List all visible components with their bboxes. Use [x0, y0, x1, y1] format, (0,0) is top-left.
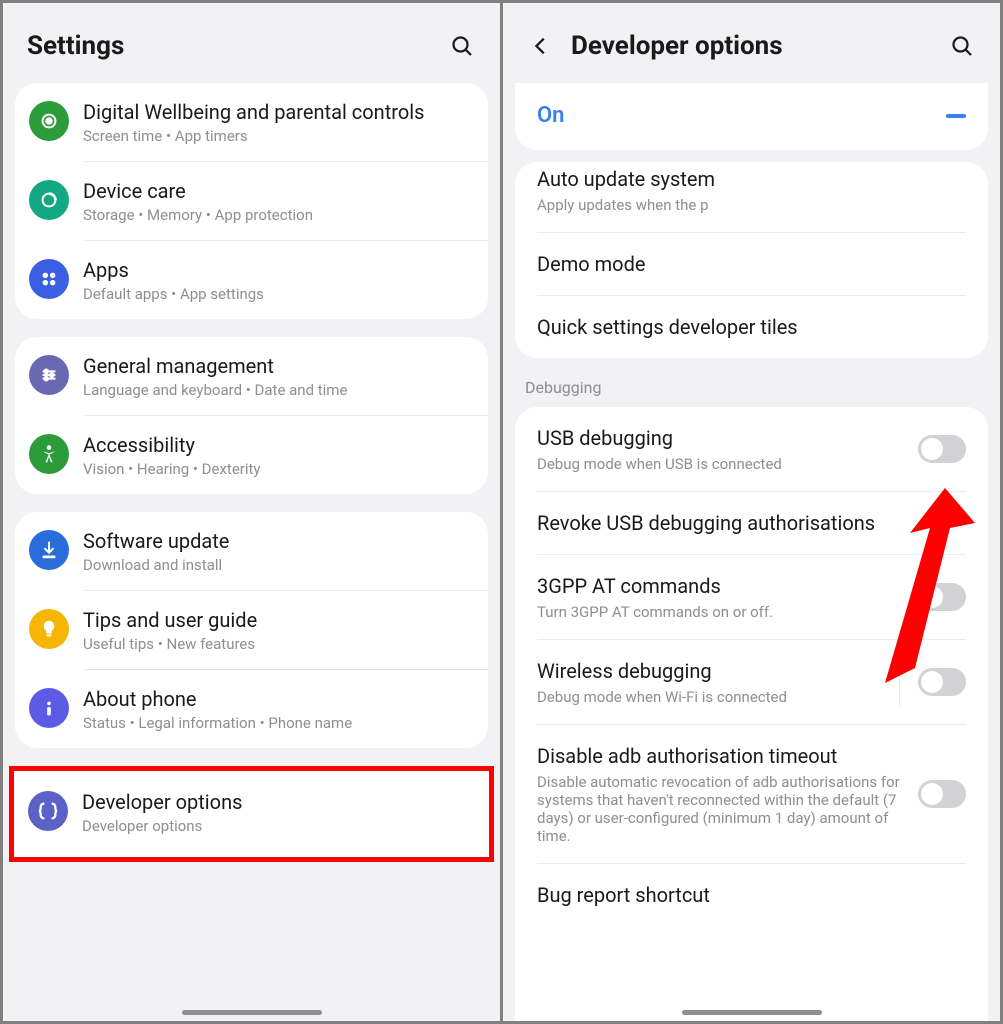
dev-option-item[interactable]: Revoke USB debugging authorisations — [515, 492, 988, 554]
option-title: Wireless debugging — [537, 658, 881, 684]
settings-item-developer[interactable]: Developer options Developer options — [14, 771, 489, 857]
option-title: 3GPP AT commands — [537, 573, 904, 599]
search-button[interactable] — [948, 32, 976, 60]
devicecare-icon — [29, 180, 69, 220]
dev-option-item[interactable]: Wireless debugging Debug mode when Wi-Fi… — [515, 640, 988, 724]
update-icon — [29, 530, 69, 570]
settings-item[interactable]: General management Language and keyboard… — [15, 337, 488, 415]
developer-options-screen: Developer options On Auto update system … — [503, 3, 1000, 1021]
on-label: On — [537, 103, 564, 128]
settings-group: Digital Wellbeing and parental controls … — [15, 83, 488, 319]
back-button[interactable] — [527, 32, 555, 60]
apps-icon — [29, 259, 69, 299]
accessibility-icon — [29, 434, 69, 474]
page-title: Settings — [27, 31, 448, 61]
dev-option-item[interactable]: Bug report shortcut — [515, 864, 988, 908]
item-subtitle: Status • Legal information • Phone name — [83, 714, 468, 732]
item-title: Apps — [83, 257, 468, 283]
item-subtitle: Default apps • App settings — [83, 285, 468, 303]
master-toggle-card[interactable]: On — [515, 83, 988, 150]
item-subtitle: Vision • Hearing • Dexterity — [83, 460, 468, 478]
toggle-on-icon — [938, 111, 966, 121]
option-subtitle: Turn 3GPP AT commands on or off. — [537, 603, 904, 621]
item-subtitle: Storage • Memory • App protection — [83, 206, 468, 224]
settings-item[interactable]: Tips and user guide Useful tips • New fe… — [15, 591, 488, 669]
gesture-handle — [682, 1010, 822, 1015]
general-icon — [29, 355, 69, 395]
option-subtitle: Disable automatic revocation of adb auth… — [537, 773, 904, 845]
item-subtitle: Useful tips • New features — [83, 635, 468, 653]
option-subtitle: Debug mode when Wi-Fi is connected — [537, 688, 881, 706]
settings-screen: Settings Digital Wellbeing and parental … — [3, 3, 500, 1021]
option-title: USB debugging — [537, 425, 904, 451]
developer-icon — [28, 791, 68, 831]
item-subtitle: Language and keyboard • Date and time — [83, 381, 468, 399]
dev-option-item[interactable]: Quick settings developer tiles — [515, 296, 988, 358]
option-title: Bug report shortcut — [537, 882, 966, 908]
item-title: Software update — [83, 528, 468, 554]
item-title: General management — [83, 353, 468, 379]
section-header-debugging: Debugging — [503, 358, 1000, 407]
item-title: Tips and user guide — [83, 607, 468, 633]
dev-option-item[interactable]: Demo mode — [515, 233, 988, 295]
about-icon — [29, 688, 69, 728]
option-title: Disable adb authorisation timeout — [537, 743, 904, 769]
gesture-handle — [182, 1010, 322, 1015]
dev-option-item[interactable]: Disable adb authorisation timeout Disabl… — [515, 725, 988, 863]
tips-icon — [29, 609, 69, 649]
toggle-switch[interactable] — [918, 435, 966, 463]
settings-item[interactable]: Digital Wellbeing and parental controls … — [15, 83, 488, 161]
page-title: Developer options — [571, 31, 948, 61]
dev-option-item[interactable]: Auto update system Apply updates when th… — [515, 162, 988, 232]
settings-item[interactable]: Accessibility Vision • Hearing • Dexteri… — [15, 416, 488, 494]
option-title: Auto update system — [537, 166, 966, 192]
dev-option-item[interactable]: USB debugging Debug mode when USB is con… — [515, 407, 988, 491]
back-icon — [530, 35, 552, 57]
item-title: Accessibility — [83, 432, 468, 458]
item-title: Digital Wellbeing and parental controls — [83, 99, 468, 125]
option-title: Demo mode — [537, 251, 966, 277]
developer-header: Developer options — [503, 3, 1000, 83]
settings-item[interactable]: Software update Download and install — [15, 512, 488, 590]
search-icon — [950, 34, 974, 58]
option-subtitle: Debug mode when USB is connected — [537, 455, 904, 473]
item-subtitle: Screen time • App timers — [83, 127, 468, 145]
item-title: About phone — [83, 686, 468, 712]
item-title: Device care — [83, 178, 468, 204]
item-subtitle: Download and install — [83, 556, 468, 574]
settings-group: Software update Download and install Tip… — [15, 512, 488, 748]
toggle-switch[interactable] — [918, 668, 966, 696]
toggle-switch[interactable] — [918, 583, 966, 611]
settings-item[interactable]: Apps Default apps • App settings — [15, 241, 488, 319]
settings-item[interactable]: Device care Storage • Memory • App prote… — [15, 162, 488, 240]
dev-option-item[interactable]: 3GPP AT commands Turn 3GPP AT commands o… — [515, 555, 988, 639]
item-subtitle: Developer options — [82, 817, 469, 835]
developer-options-highlight: Developer options Developer options — [9, 766, 494, 862]
toggle-switch[interactable] — [918, 780, 966, 808]
option-title: Revoke USB debugging authorisations — [537, 510, 966, 536]
option-subtitle: Apply updates when the p — [537, 196, 966, 214]
search-icon — [450, 34, 474, 58]
settings-item[interactable]: About phone Status • Legal information •… — [15, 670, 488, 748]
item-title: Developer options — [82, 789, 469, 815]
settings-header: Settings — [3, 3, 500, 83]
option-title: Quick settings developer tiles — [537, 314, 966, 340]
wellbeing-icon — [29, 101, 69, 141]
search-button[interactable] — [448, 32, 476, 60]
settings-group: General management Language and keyboard… — [15, 337, 488, 494]
